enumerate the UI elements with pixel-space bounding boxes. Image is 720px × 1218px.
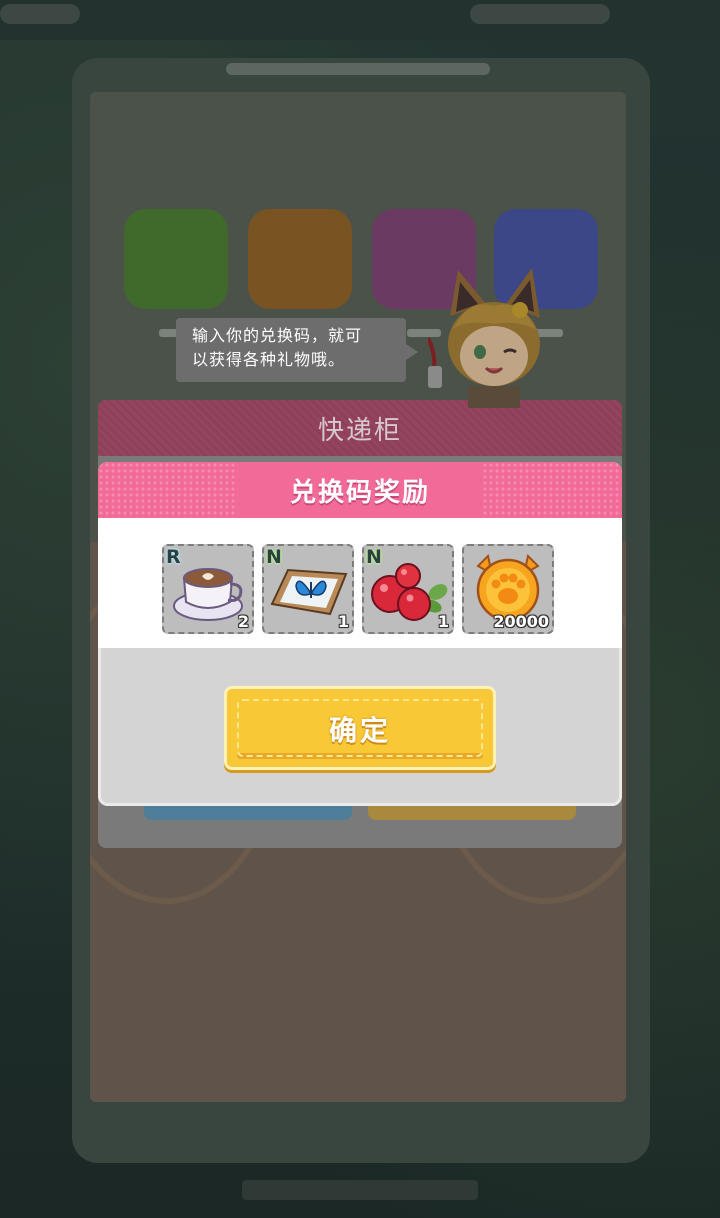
reward-item[interactable]: 20000	[462, 544, 554, 634]
speech-bubble: 输入你的兑换码，就可 以获得各种礼物哦。	[176, 318, 418, 382]
reward-items-list: R 2 N 1 N 1 20000	[162, 544, 558, 636]
confirm-button[interactable]: 确定	[224, 686, 496, 770]
item-quantity: 1	[337, 612, 349, 631]
speech-bubble-line2: 以获得各种礼物哦。	[192, 350, 346, 369]
top-pill-right	[470, 4, 610, 24]
speech-bubble-line1: 输入你的兑换码，就可	[192, 326, 363, 345]
reward-dialog-title: 兑换码奖励	[289, 478, 430, 508]
item-quantity: 1	[437, 612, 449, 631]
locker-dialog-title: 快递柜	[317, 416, 402, 446]
rarity-badge: N	[366, 546, 382, 568]
top-status-strip	[0, 0, 720, 40]
reward-item[interactable]: N 1	[262, 544, 354, 634]
phone-notch	[226, 63, 490, 75]
top-pill-left	[0, 4, 80, 24]
bottom-caption	[242, 1180, 478, 1200]
item-quantity: 20000	[493, 612, 549, 631]
rarity-badge: N	[266, 546, 282, 568]
reward-items-band: R 2 N 1 N 1 20000	[98, 518, 622, 648]
cat-girl-mascot	[426, 268, 558, 408]
confirm-button-label: 确定	[328, 714, 391, 747]
reward-dialog: 兑换码奖励 R 2 N 1 N 1 20000 确定	[98, 462, 622, 806]
reward-item[interactable]: R 2	[162, 544, 254, 634]
app-icon-green	[124, 209, 228, 309]
confirm-button-stripe	[237, 753, 483, 759]
reward-item[interactable]: N 1	[362, 544, 454, 634]
rarity-badge: R	[166, 546, 181, 568]
app-icon-orange	[248, 209, 352, 309]
item-quantity: 2	[237, 612, 249, 631]
